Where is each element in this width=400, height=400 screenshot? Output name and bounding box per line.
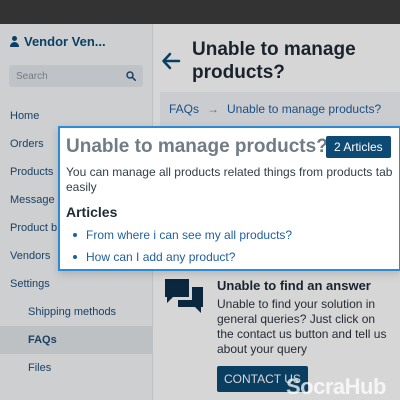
back-arrow-icon[interactable] <box>160 50 182 72</box>
bullet-icon <box>73 255 77 259</box>
articles-heading: Articles <box>66 204 118 220</box>
vendor-header[interactable]: Vendor Ven... <box>10 34 106 49</box>
help-title: Unable to find an answer <box>217 278 371 293</box>
bullet-icon <box>73 233 77 237</box>
sidebar-item-settings[interactable]: Settings <box>0 270 153 298</box>
search-box[interactable]: Search <box>9 65 143 87</box>
articles-count-badge: 2 Articles <box>326 136 391 158</box>
article-link-label[interactable]: From where i can see my all products? <box>86 228 292 242</box>
popup-description: You can manage all products related thin… <box>66 165 393 194</box>
faq-popup: Unable to manage products? 2 Articles Yo… <box>58 126 400 271</box>
breadcrumb: FAQs → Unable to manage products? <box>160 92 400 126</box>
chat-bubbles-icon <box>163 277 205 317</box>
sidebar-item-faqs[interactable]: FAQs <box>0 326 153 354</box>
vendor-name: Vendor Ven... <box>24 34 106 49</box>
article-link[interactable]: From where i can see my all products? <box>66 224 292 246</box>
search-input[interactable]: Search <box>16 71 48 82</box>
watermark-logo: SocraHub <box>286 374 386 399</box>
articles-list: From where i can see my all products? Ho… <box>66 224 292 268</box>
sidebar-item-shipping-methods[interactable]: Shipping methods <box>0 298 153 326</box>
page-title: Unable to manage products? <box>192 39 356 83</box>
breadcrumb-faqs-link[interactable]: FAQs <box>169 102 199 116</box>
article-link-label[interactable]: How can I add any product? <box>86 250 235 264</box>
article-link[interactable]: How can I add any product? <box>66 246 292 268</box>
user-icon <box>10 36 19 47</box>
help-text: Unable to find your solution in general … <box>217 297 387 356</box>
sidebar-item-files[interactable]: Files <box>0 354 153 382</box>
breadcrumb-current[interactable]: Unable to manage products? <box>227 102 381 116</box>
breadcrumb-arrow-icon: → <box>207 102 220 116</box>
search-icon[interactable] <box>126 71 136 81</box>
popup-title: Unable to manage products? <box>66 136 328 157</box>
top-bar <box>0 0 400 24</box>
